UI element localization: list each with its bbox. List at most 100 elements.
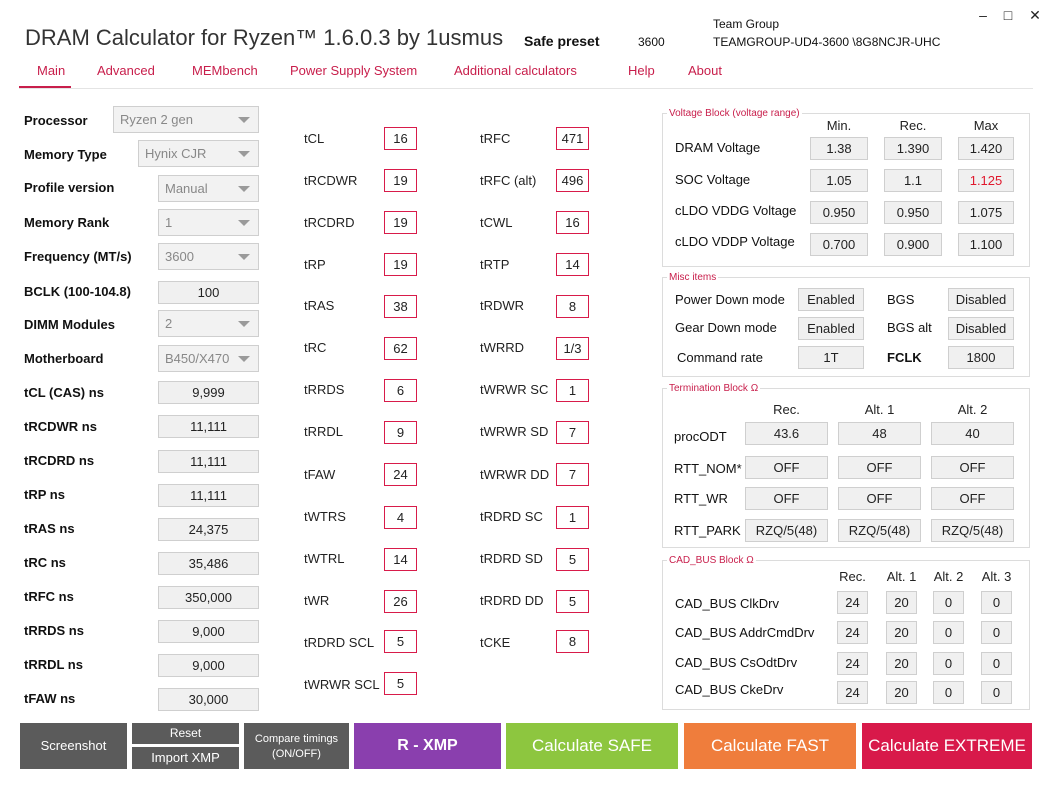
cadbus-block-title: CAD_BUS Block Ω	[667, 555, 756, 566]
calculate-safe-button[interactable]: Calculate SAFE	[506, 723, 678, 769]
trdwr-value[interactable]: 8	[556, 295, 589, 318]
vddg-voltage-rec: 0.950	[884, 201, 942, 224]
gear-down-label: Gear Down mode	[675, 320, 777, 335]
gear-down-value[interactable]: Enabled	[798, 317, 864, 340]
twrwr-dd-label: tWRWR DD	[480, 467, 550, 482]
twrwr-dd-value[interactable]: 7	[556, 463, 589, 486]
memory-rank-select[interactable]: 1	[158, 209, 259, 236]
rtt-nom-alt2: OFF	[931, 456, 1014, 479]
twrwr-sc-value[interactable]: 1	[556, 379, 589, 402]
termination-header-rec: Rec.	[773, 402, 800, 417]
maximize-icon[interactable]: □	[997, 6, 1019, 24]
soc-voltage-min: 1.05	[810, 169, 868, 192]
preset-label: Safe preset	[524, 33, 600, 49]
command-rate-value[interactable]: 1T	[798, 346, 864, 369]
processor-select[interactable]: Ryzen 2 gen	[113, 106, 259, 133]
import-xmp-button[interactable]: Import XMP	[132, 747, 239, 769]
trdrd-sd-value[interactable]: 5	[556, 548, 589, 571]
minimize-icon[interactable]: –	[972, 6, 994, 24]
menu-membench[interactable]: MEMbench	[192, 63, 258, 78]
calculate-fast-button[interactable]: Calculate FAST	[684, 723, 856, 769]
memory-type-select[interactable]: Hynix CJR	[138, 140, 259, 167]
menu-divider	[19, 88, 1033, 89]
bgs-value[interactable]: Disabled	[948, 288, 1014, 311]
twrrd-value[interactable]: 1/3	[556, 337, 589, 360]
tras-value[interactable]: 38	[384, 295, 417, 318]
trcdrd-value[interactable]: 19	[384, 211, 417, 234]
trtp-value[interactable]: 14	[556, 253, 589, 276]
soc-voltage-max: 1.125	[958, 169, 1014, 192]
trrdl-value[interactable]: 9	[384, 421, 417, 444]
trdrd-dd-label: tRDRD DD	[480, 593, 544, 608]
trp-value[interactable]: 19	[384, 253, 417, 276]
trp-ns-label: tRP ns	[24, 487, 65, 502]
trfc-alt-value[interactable]: 496	[556, 169, 589, 192]
menu-main[interactable]: Main	[37, 63, 65, 78]
fclk-value[interactable]: 1800	[948, 346, 1014, 369]
menu-about[interactable]: About	[688, 63, 722, 78]
rtt-park-rec: RZQ/5(48)	[745, 519, 828, 542]
trc-ns-label: tRC ns	[24, 555, 66, 570]
clkdrv-alt1: 20	[886, 591, 917, 614]
tcwl-value[interactable]: 16	[556, 211, 589, 234]
compare-timings-line1: Compare timings	[254, 733, 339, 745]
tcl-value[interactable]: 16	[384, 127, 417, 150]
rtt-park-alt2: RZQ/5(48)	[931, 519, 1014, 542]
twtrl-value[interactable]: 14	[384, 548, 417, 571]
trcdrd-ns-value: 11,111	[158, 450, 259, 473]
bclk-input[interactable]: 100	[158, 281, 259, 304]
ckedrv-label: CAD_BUS CkeDrv	[675, 682, 784, 697]
dram-voltage-label: DRAM Voltage	[675, 140, 761, 155]
tcke-value[interactable]: 8	[556, 630, 589, 653]
trrdl-label: tRRDL	[304, 424, 344, 439]
twr-value[interactable]: 26	[384, 590, 417, 613]
reset-button[interactable]: Reset	[132, 723, 239, 744]
memory-type-label: Memory Type	[24, 147, 107, 162]
chevron-down-icon	[238, 254, 250, 260]
trrds-value[interactable]: 6	[384, 379, 417, 402]
trcdwr-value[interactable]: 19	[384, 169, 417, 192]
bgs-alt-value[interactable]: Disabled	[948, 317, 1014, 340]
menu-advanced[interactable]: Advanced	[97, 63, 155, 78]
motherboard-select[interactable]: B450/X470	[158, 345, 259, 372]
termination-block-title: Termination Block Ω	[667, 383, 761, 394]
trc-value[interactable]: 62	[384, 337, 417, 360]
voltage-header-min: Min.	[826, 118, 852, 133]
calculate-extreme-button[interactable]: Calculate EXTREME	[862, 723, 1032, 769]
ckedrv-alt3: 0	[981, 681, 1012, 704]
memory-part-number: TEAMGROUP-UD4-3600 \8G8NCJR-UHC	[713, 35, 941, 49]
trdrd-scl-value[interactable]: 5	[384, 630, 417, 653]
screenshot-button[interactable]: Screenshot	[20, 723, 127, 769]
ckedrv-alt1: 20	[886, 681, 917, 704]
dram-voltage-min: 1.38	[810, 137, 868, 160]
soc-voltage-label: SOC Voltage	[675, 172, 751, 187]
frequency-select[interactable]: 3600	[158, 243, 259, 270]
motherboard-select-value: B450/X470	[165, 351, 230, 366]
compare-timings-button[interactable]: Compare timings (ON/OFF)	[244, 723, 349, 769]
trfc-value[interactable]: 471	[556, 127, 589, 150]
vddp-voltage-min: 0.700	[810, 233, 868, 256]
power-down-value[interactable]: Enabled	[798, 288, 864, 311]
trrds-label: tRRDS	[304, 382, 345, 397]
twtrs-value[interactable]: 4	[384, 506, 417, 529]
addrcmddrv-alt3: 0	[981, 621, 1012, 644]
r-xmp-button[interactable]: R - XMP	[354, 723, 501, 769]
tfaw-value[interactable]: 24	[384, 463, 417, 486]
trdrd-dd-value[interactable]: 5	[556, 590, 589, 613]
menu-power-supply[interactable]: Power Supply System	[290, 63, 417, 78]
trdrd-sc-value[interactable]: 1	[556, 506, 589, 529]
clkdrv-alt2: 0	[933, 591, 964, 614]
twtrl-label: tWTRL	[304, 551, 345, 566]
processor-label: Processor	[24, 113, 88, 128]
csodtdrv-alt2: 0	[933, 652, 964, 675]
menu-help[interactable]: Help	[628, 63, 655, 78]
menu-additional-calculators[interactable]: Additional calculators	[454, 63, 577, 78]
twrwr-sd-value[interactable]: 7	[556, 421, 589, 444]
chevron-down-icon	[238, 186, 250, 192]
profile-version-select[interactable]: Manual	[158, 175, 259, 202]
twrwr-scl-value[interactable]: 5	[384, 672, 417, 695]
dimm-modules-select[interactable]: 2	[158, 310, 259, 337]
close-icon[interactable]: ✕	[1024, 6, 1046, 24]
addrcmddrv-alt2: 0	[933, 621, 964, 644]
addrcmddrv-alt1: 20	[886, 621, 917, 644]
